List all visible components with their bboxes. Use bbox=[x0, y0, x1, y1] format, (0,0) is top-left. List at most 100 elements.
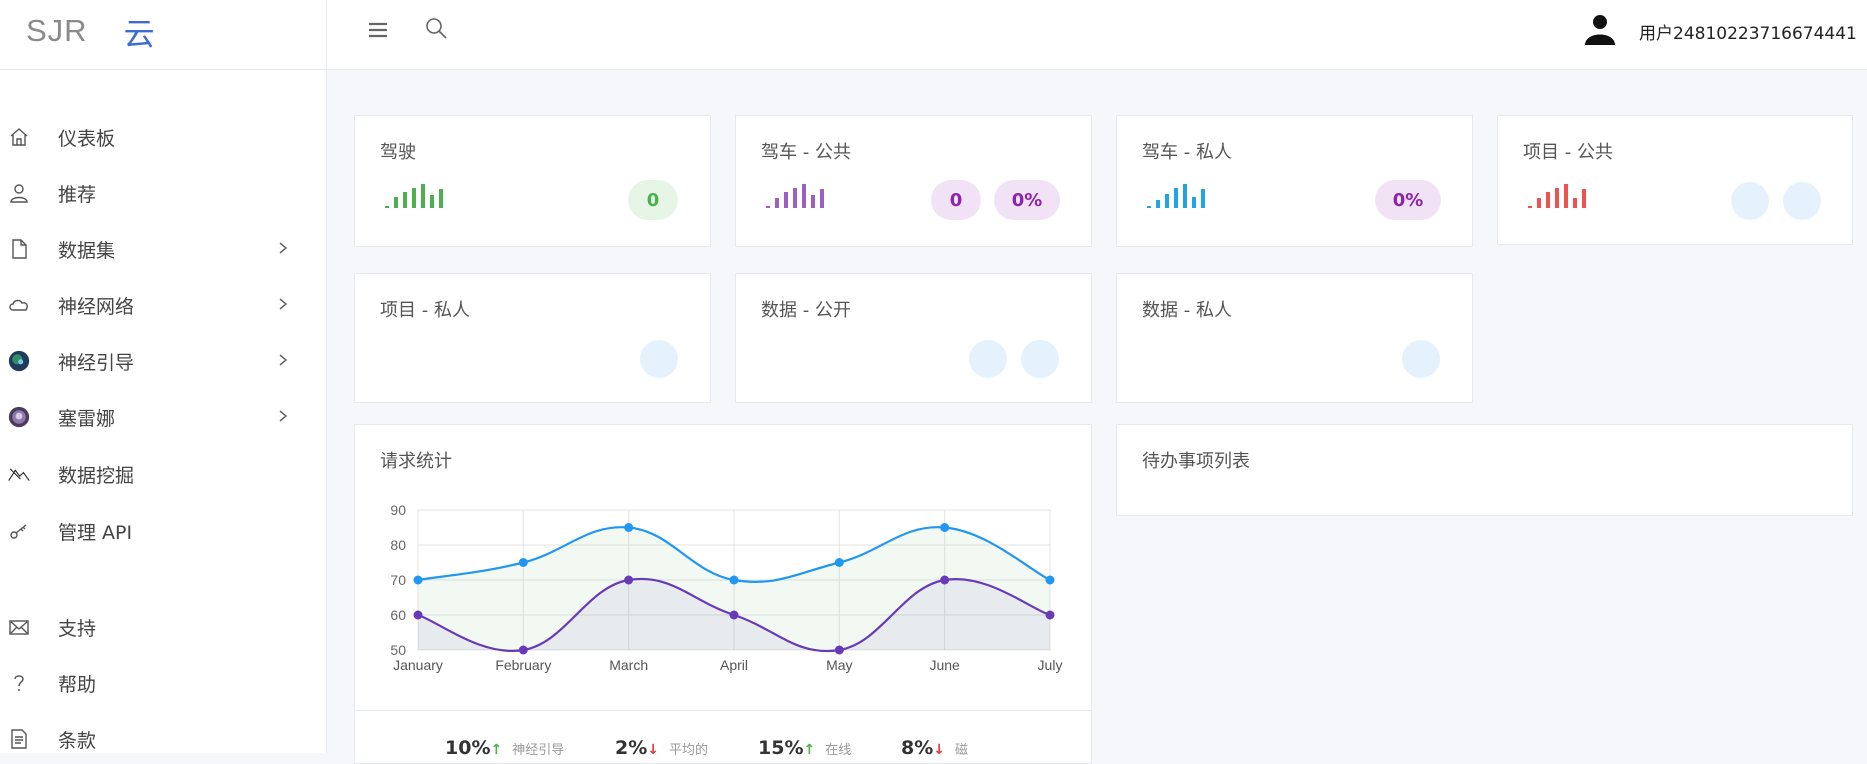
sparkline-bars bbox=[1528, 182, 1591, 208]
sidebar-item-label: 推荐 bbox=[58, 183, 97, 206]
card-title: 项目 - 私人 bbox=[380, 300, 470, 321]
sidebar-item-label: 支持 bbox=[58, 617, 97, 640]
trend-down-icon: ↓ bbox=[647, 742, 659, 758]
sidebar-item-label: 数据挖掘 bbox=[58, 464, 135, 487]
y-tick-label: 80 bbox=[390, 537, 406, 553]
card-title: 项目 - 公共 bbox=[1523, 142, 1613, 163]
y-tick-label: 50 bbox=[390, 642, 406, 658]
stat-item: 10%↑ 神经引导 bbox=[445, 737, 564, 759]
percent-badge: 0% bbox=[994, 180, 1060, 220]
sidebar-item-support[interactable]: 支持 bbox=[0, 603, 327, 651]
data-point bbox=[518, 558, 528, 567]
sidebar: SJR 云 仪表板 推荐 数据集 神经网络 神经引导 塞雷娜 数据挖掘 管理 A… bbox=[0, 0, 327, 753]
y-tick-label: 70 bbox=[390, 572, 406, 588]
placeholder-circle bbox=[969, 340, 1007, 378]
sidebar-item-label: 仪表板 bbox=[58, 127, 116, 150]
chevron-right-icon bbox=[279, 410, 288, 422]
data-point bbox=[940, 575, 950, 585]
sidebar-item-manage-api[interactable]: 管理 API bbox=[0, 507, 327, 555]
card-project-private: 项目 - 私人 bbox=[354, 273, 711, 403]
placeholder-circle bbox=[1402, 340, 1440, 378]
request-stats-chart: 50 60 70 80 90 January February March April May Ju… bbox=[390, 502, 1063, 673]
percent-badge: 0% bbox=[1375, 180, 1441, 220]
sidebar-item-recommend[interactable]: 推荐 bbox=[0, 169, 327, 217]
data-point bbox=[413, 610, 423, 620]
sidebar-item-neural-network[interactable]: 神经网络 bbox=[0, 281, 327, 329]
placeholder-circle bbox=[1783, 182, 1821, 220]
placeholder-circle bbox=[1021, 340, 1059, 378]
sidebar-item-terms[interactable]: 条款 bbox=[0, 715, 327, 763]
sidebar-item-label: 帮助 bbox=[58, 673, 97, 696]
sidebar-item-label: 管理 API bbox=[58, 521, 133, 544]
card-request-stats: 请求统计 50 60 70 80 90 January February March April… bbox=[354, 424, 1092, 764]
brain-image-icon bbox=[8, 350, 30, 372]
sidebar-item-dashboard[interactable]: 仪表板 bbox=[0, 113, 327, 161]
sidebar-item-serena[interactable]: 塞雷娜 bbox=[0, 393, 327, 441]
sparkline-bars bbox=[385, 182, 448, 208]
data-point bbox=[413, 575, 423, 585]
question-icon bbox=[8, 672, 30, 694]
card-title: 驾驶 bbox=[380, 142, 416, 163]
card-data-private: 数据 - 私人 bbox=[1116, 273, 1473, 403]
stat-item: 15%↑ 在线 bbox=[758, 737, 851, 759]
hamburger-menu-icon[interactable] bbox=[366, 18, 390, 42]
chevron-right-icon bbox=[279, 354, 288, 366]
trend-up-icon: ↑ bbox=[490, 742, 503, 758]
file-icon bbox=[8, 238, 30, 260]
user-avatar-icon[interactable] bbox=[1583, 12, 1617, 46]
data-point bbox=[1045, 575, 1055, 585]
card-project-public: 项目 - 公共 bbox=[1497, 115, 1853, 245]
trend-down-icon: ↓ bbox=[933, 742, 945, 758]
sparkline-bars bbox=[766, 182, 829, 208]
stat-label: 平均的 bbox=[669, 743, 709, 758]
x-tick-label: March bbox=[609, 657, 648, 673]
search-icon[interactable] bbox=[423, 15, 449, 41]
logo-text: SJR bbox=[26, 13, 88, 48]
data-point bbox=[624, 523, 634, 532]
chevron-right-icon bbox=[279, 242, 288, 254]
chevron-right-icon bbox=[279, 298, 288, 310]
serena-image-icon bbox=[8, 406, 30, 428]
cloud-icon bbox=[8, 294, 30, 316]
card-title: 待办事项列表 bbox=[1142, 451, 1250, 472]
value-badge: 0 bbox=[931, 180, 981, 220]
mail-icon bbox=[8, 616, 30, 638]
sidebar-item-neural-guide[interactable]: 神经引导 bbox=[0, 337, 327, 385]
card-carpool-private: 驾车 - 私人 0% bbox=[1116, 115, 1473, 247]
value-badge: 0 bbox=[628, 180, 678, 220]
card-title: 数据 - 公开 bbox=[761, 300, 851, 321]
stat-item: 2%↓ 平均的 bbox=[615, 737, 708, 759]
card-title: 驾车 - 公共 bbox=[761, 142, 851, 163]
x-tick-label: July bbox=[1038, 657, 1063, 673]
mountain-icon bbox=[8, 463, 30, 485]
card-driving: 驾驶 0 bbox=[354, 115, 711, 247]
sidebar-item-datasets[interactable]: 数据集 bbox=[0, 225, 327, 273]
data-point bbox=[729, 610, 739, 620]
user-icon bbox=[8, 182, 30, 204]
logo-suffix: 云 bbox=[123, 16, 155, 53]
stats-divider bbox=[355, 710, 1091, 711]
placeholder-circle bbox=[640, 340, 678, 378]
user-name[interactable]: 用户24810223716674441 bbox=[1639, 19, 1857, 44]
data-point bbox=[834, 645, 844, 655]
data-point bbox=[834, 558, 844, 567]
sidebar-item-help[interactable]: 帮助 bbox=[0, 659, 327, 707]
brand-logo[interactable]: SJR 云 bbox=[26, 6, 155, 56]
sidebar-item-label: 神经网络 bbox=[58, 295, 135, 318]
stat-value: 2% bbox=[615, 737, 648, 759]
x-tick-label: May bbox=[826, 657, 852, 673]
stat-label: 磁 bbox=[955, 743, 969, 758]
data-point bbox=[624, 575, 634, 585]
document-icon bbox=[8, 728, 30, 750]
home-icon bbox=[8, 126, 30, 148]
data-point bbox=[940, 523, 950, 532]
card-title: 数据 - 私人 bbox=[1142, 300, 1232, 321]
sidebar-item-label: 塞雷娜 bbox=[58, 407, 116, 430]
placeholder-circle bbox=[1731, 182, 1769, 220]
key-icon bbox=[8, 520, 30, 542]
stat-item: 8%↓ 磁 bbox=[901, 737, 968, 759]
stat-value: 15% bbox=[758, 737, 804, 759]
card-carpool-public: 驾车 - 公共 0 0% bbox=[735, 115, 1092, 247]
sidebar-item-data-mining[interactable]: 数据挖掘 bbox=[0, 450, 327, 498]
sidebar-item-label: 数据集 bbox=[58, 239, 116, 262]
